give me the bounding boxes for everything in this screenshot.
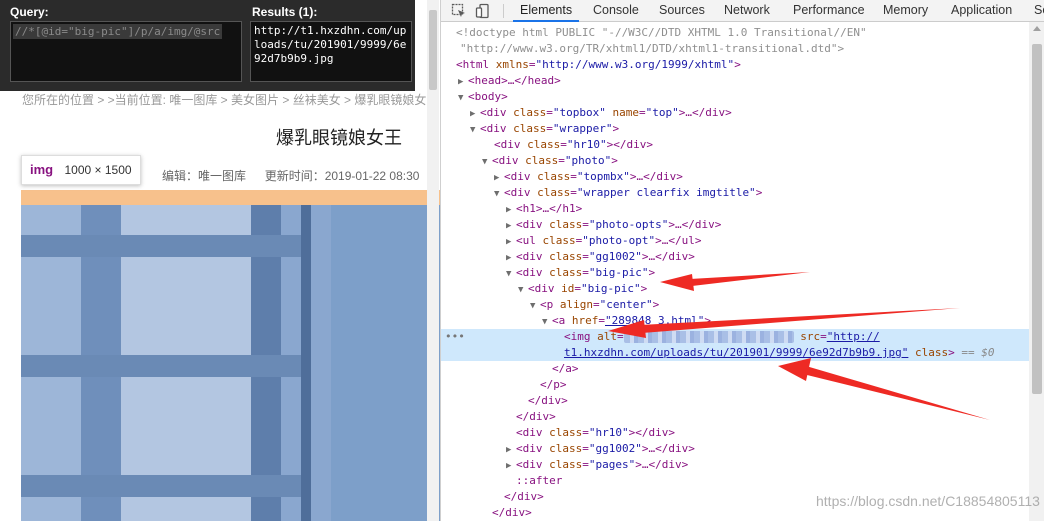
dom-node-topbox[interactable]: ▶ <div class="topbox" name="top">…</div>	[441, 105, 1029, 121]
devtools-tabbar: Elements Console Sources Network Perform…	[441, 0, 1044, 22]
dom-node-a[interactable]: ▼ <a href="289848_3.html">	[441, 313, 1029, 329]
dom-node-gg1002-2[interactable]: ▶ <div class="gg1002">…</div>	[441, 441, 1029, 457]
tab-memory[interactable]: Memory	[883, 0, 928, 22]
dom-node-doctype[interactable]: <!doctype html PUBLIC "-//W3C//DTD XHTML…	[441, 25, 1029, 41]
dom-node-photo-opts[interactable]: ▶ <div class="photo-opts">…</div>	[441, 217, 1029, 233]
dom-node-imgtitle[interactable]: ▼ <div class="wrapper clearfix imgtitle">	[441, 185, 1029, 201]
dom-node-doctype-cont: "http://www.w3.org/TR/xhtml1/DTD/xhtml1-…	[460, 42, 845, 55]
dom-node-a-close: </a>	[552, 362, 579, 375]
web-page-viewport: Query: Results (1): //*[@id="big-pic"]/p…	[0, 0, 440, 521]
dom-node-hr10-2[interactable]: <div class="hr10"></div>	[441, 425, 1029, 441]
dom-node-gg1002[interactable]: ▶ <div class="gg1002">…</div>	[441, 249, 1029, 265]
dom-node-head[interactable]: ▶ <head>…</head>	[441, 73, 1029, 89]
meta-time: 更新时间：2019-01-22 08:30	[264, 169, 420, 183]
dom-node-p-close: </p>	[540, 378, 567, 391]
tab-network[interactable]: Network	[724, 0, 770, 22]
tooltip-tag: img	[30, 162, 54, 177]
redacted-alt-text	[623, 331, 794, 343]
highlighted-image[interactable]	[21, 205, 440, 521]
dom-node-topmbx[interactable]: ▶ <div class="topmbx">…</div>	[441, 169, 1029, 185]
dom-node-pages[interactable]: ▶ <div class="pages">…</div>	[441, 457, 1029, 473]
tab-application[interactable]: Application	[951, 0, 1012, 22]
device-toggle-icon[interactable]	[475, 3, 491, 19]
xpath-results-output[interactable]: http://t1.hxzdhn.com/uploads/tu/201901/9…	[250, 21, 412, 82]
dom-node-div-close: </div>	[528, 394, 568, 407]
dom-node-p[interactable]: ▼ <p align="center">	[441, 297, 1029, 313]
inspect-icon[interactable]	[451, 3, 467, 19]
dom-node-big-pic-class[interactable]: ▼ <div class="big-pic">	[441, 265, 1029, 281]
dom-node-photo[interactable]: ▼ <div class="photo">	[441, 153, 1029, 169]
tab-performance[interactable]: Performance	[793, 0, 865, 22]
tab-elements[interactable]: Elements	[513, 0, 580, 22]
dom-node-photo-opt[interactable]: ▶ <ul class="photo-opt">…</ul>	[441, 233, 1029, 249]
tab-more[interactable]: Se	[1034, 0, 1044, 22]
element-tooltip: img 1000 × 1500	[21, 155, 141, 185]
dom-node-div-close: </div>	[516, 410, 556, 423]
watermark: https://blog.csdn.net/C18854805113	[816, 493, 1040, 509]
tab-sources[interactable]: Sources	[659, 0, 705, 22]
dom-node-big-pic-id[interactable]: ▼ <div id="big-pic">	[441, 281, 1029, 297]
tooltip-dimensions: 1000 × 1500	[64, 163, 132, 177]
meta-editor: 编辑：唯一图库	[162, 169, 247, 183]
dom-node-body[interactable]: ▼ <body>	[441, 89, 1029, 105]
dom-node-hr10[interactable]: <div class="hr10"></div>	[441, 137, 1029, 153]
query-label: Query:	[10, 5, 49, 19]
more-actions-icon[interactable]: •••	[445, 329, 465, 345]
xpath-query-text: //*[@id="big-pic"]/p/a/img/@src	[13, 24, 223, 39]
xpath-helper-panel: Query: Results (1): //*[@id="big-pic"]/p…	[0, 0, 415, 91]
article-meta: 编辑：唯一图库 更新时间：2019-01-22 08:30	[162, 167, 419, 184]
dom-tree: <!doctype html PUBLIC "-//W3C//DTD XHTML…	[441, 22, 1029, 521]
dom-node-after[interactable]: ::after	[441, 473, 1029, 489]
dom-node-h1[interactable]: ▶ <h1>…</h1>	[441, 201, 1029, 217]
breadcrumb: 您所在的位置 > >当前位置: 唯一图库 > 美女图片 > 丝袜美女 > 爆乳眼…	[22, 93, 427, 107]
devtools-panel: Elements Console Sources Network Perform…	[440, 0, 1044, 521]
dom-node-html[interactable]: <html xmlns="http://www.w3.org/1999/xhtm…	[441, 57, 1029, 73]
tab-console[interactable]: Console	[593, 0, 639, 22]
page-scrollbar[interactable]	[427, 0, 439, 521]
xpath-query-input[interactable]: //*[@id="big-pic"]/p/a/img/@src	[10, 21, 242, 82]
devtools-scrollbar[interactable]	[1029, 22, 1044, 521]
element-highlight-margin	[21, 190, 440, 205]
page-title: 爆乳眼镜娘女王	[276, 128, 402, 148]
dom-node-wrapper[interactable]: ▼ <div class="wrapper">	[441, 121, 1029, 137]
results-label: Results (1):	[252, 5, 318, 19]
dom-node-img-selected[interactable]: ••• <img alt= src="http:// t1.hxzdhn.com…	[441, 329, 1029, 361]
